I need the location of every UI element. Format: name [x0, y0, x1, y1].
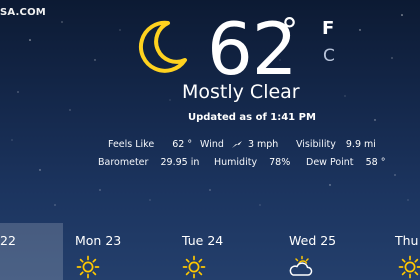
barometer-detail: Barometer 29.95 in — [98, 156, 199, 169]
updated-timestamp: Updated as of 1:41 PM — [188, 112, 316, 123]
forecast-day-label: 22 — [0, 233, 16, 248]
forecast-day-mon[interactable]: Mon 23 — [63, 223, 158, 280]
sun-icon — [182, 255, 206, 279]
visibility-label: Visibility — [296, 139, 336, 150]
forecast-day-label: Mon 23 — [75, 233, 122, 248]
feels-like-label: Feels Like — [108, 139, 155, 150]
forecast-day-today[interactable]: 22 — [0, 223, 63, 280]
condition-text: Mostly Clear — [182, 81, 300, 103]
watermark-text: SA.COM — [0, 7, 46, 18]
moon-icon — [138, 20, 187, 73]
visibility-value: 9.9 mi — [345, 139, 376, 150]
forecast-strip: 22 Mon 23 Tue 24 Wed 25 Thu — [0, 223, 420, 280]
partly-cloudy-icon — [289, 255, 313, 276]
forecast-day-label: Tue 24 — [182, 233, 224, 248]
dew-point-label: Dew Point — [306, 157, 354, 168]
wind-value: 3 mph — [247, 139, 279, 150]
forecast-day-label: Wed 25 — [289, 233, 337, 248]
barometer-value: 29.95 in — [160, 157, 200, 168]
sun-icon — [76, 255, 100, 279]
sun-icon — [398, 255, 420, 279]
wind-arrow-icon — [231, 141, 242, 148]
degree-symbol: ° — [281, 11, 298, 51]
unit-fahrenheit-toggle[interactable]: F — [322, 18, 334, 39]
forecast-day-thu[interactable]: Thu — [385, 223, 420, 280]
humidity-detail: Humidity 78% — [214, 156, 290, 169]
wind-detail: Wind 3 mph — [200, 138, 278, 151]
unit-celsius-toggle[interactable]: C — [323, 46, 335, 66]
visibility-detail: Visibility 9.9 mi — [296, 138, 376, 151]
dew-point-value: 58 ° — [365, 157, 386, 168]
forecast-day-label: Thu — [395, 233, 419, 248]
barometer-label: Barometer — [98, 157, 149, 168]
forecast-day-tue[interactable]: Tue 24 — [170, 223, 265, 280]
wind-label: Wind — [200, 139, 224, 150]
forecast-day-wed[interactable]: Wed 25 — [278, 223, 373, 280]
dew-point-detail: Dew Point 58 ° — [306, 156, 385, 169]
humidity-label: Humidity — [214, 157, 258, 168]
humidity-value: 78% — [269, 157, 291, 168]
feels-like-detail: Feels Like 62 ° — [108, 138, 192, 151]
feels-like-value: 62 ° — [172, 139, 193, 150]
